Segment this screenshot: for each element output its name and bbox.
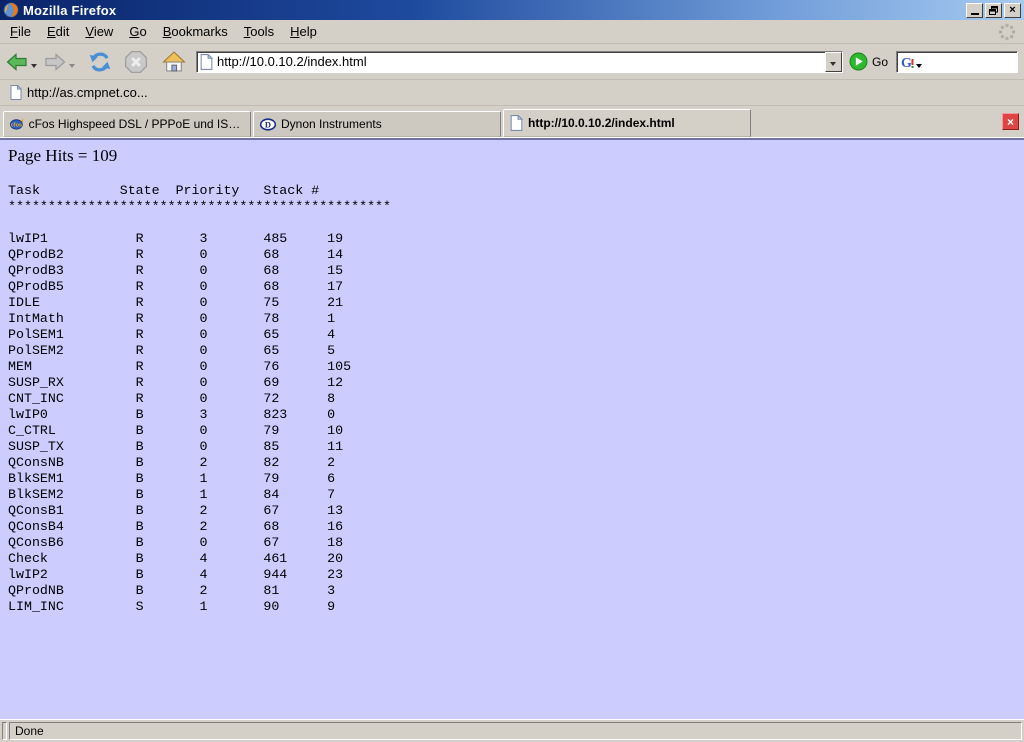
cfos-icon: cfos [10,117,24,131]
back-arrow-icon [6,53,28,71]
window-title: Mozilla Firefox [23,3,116,18]
bookmark-item[interactable]: http://as.cmpnet.co... [6,83,152,102]
close-tab-button[interactable]: × [1002,113,1019,130]
svg-text:D: D [265,119,271,129]
close-button[interactable]: × [1004,3,1021,18]
page-content: Page Hits = 109 Task State Priority Stac… [0,140,1024,719]
bookmarks-toolbar: http://as.cmpnet.co... [0,80,1024,106]
url-bar[interactable] [196,51,843,73]
status-text: Done [15,724,44,738]
menu-edit[interactable]: Edit [39,22,77,41]
menu-bookmarks[interactable]: Bookmarks [155,22,236,41]
tab-label: cFos Highspeed DSL / PPPoE und ISDN CAP.… [29,117,244,131]
menu-items: FileEditViewGoBookmarksToolsHelp [2,22,325,41]
home-button[interactable] [160,49,188,74]
svg-text:cfos: cfos [11,123,22,129]
menu-tools[interactable]: Tools [236,22,282,41]
status-text-panel: Done [9,722,1022,740]
firefox-logo-icon [3,2,19,18]
reload-icon [88,51,112,73]
svg-text:G: G [901,56,912,70]
page-icon [200,54,213,70]
page-hits-text: Page Hits = 109 [8,146,1024,166]
google-g-icon: G [901,54,915,70]
forward-dropdown-icon[interactable] [69,64,75,68]
menu-file[interactable]: File [2,22,39,41]
title-bar: Mozilla Firefox × [0,0,1024,20]
minimize-icon [971,13,979,15]
search-engine-dropdown-icon[interactable] [916,64,922,68]
minimize-button[interactable] [966,3,983,18]
back-dropdown-icon[interactable] [31,64,37,68]
close-icon: × [1009,4,1015,16]
menu-bar: FileEditViewGoBookmarksToolsHelp [0,20,1024,44]
tab-dynon[interactable]: D Dynon Instruments [253,111,501,137]
stop-button[interactable] [122,48,150,76]
tab-bar: cfos cFos Highspeed DSL / PPPoE und ISDN… [0,106,1024,140]
back-button[interactable] [4,51,30,73]
chevron-down-icon [830,62,836,66]
tab-active-index-page[interactable]: http://10.0.10.2/index.html [503,109,751,137]
forward-arrow-icon [44,53,66,71]
url-input[interactable] [213,54,825,69]
status-bar: Done [0,719,1024,742]
tab-label: Dynon Instruments [281,117,382,131]
status-grip [2,722,7,740]
forward-button[interactable] [42,51,68,73]
close-tab-icon: × [1007,116,1014,128]
restore-icon [989,6,998,15]
dynon-icon: D [260,118,276,131]
menu-go[interactable]: Go [121,22,154,41]
menu-view[interactable]: View [77,22,121,41]
go-button[interactable]: Go [872,55,888,69]
bookmark-label: http://as.cmpnet.co... [27,85,148,100]
stop-icon [124,50,148,74]
menu-help[interactable]: Help [282,22,325,41]
task-table: Task State Priority Stack # ************… [8,183,1024,615]
go-icon[interactable] [849,52,868,71]
reload-button[interactable] [86,49,114,75]
home-icon [162,51,186,72]
tab-label: http://10.0.10.2/index.html [528,116,675,130]
tab-cfos[interactable]: cfos cFos Highspeed DSL / PPPoE und ISDN… [3,111,251,137]
page-icon [510,115,523,131]
browser-window: Mozilla Firefox × FileEditViewGoBookmark… [0,0,1024,742]
page-icon [10,85,22,100]
navigation-toolbar: Go G [0,44,1024,80]
restore-button[interactable] [985,3,1002,18]
search-input[interactable]: G [896,51,1018,73]
throbber-icon [998,23,1016,41]
url-dropdown-button[interactable] [825,52,842,72]
